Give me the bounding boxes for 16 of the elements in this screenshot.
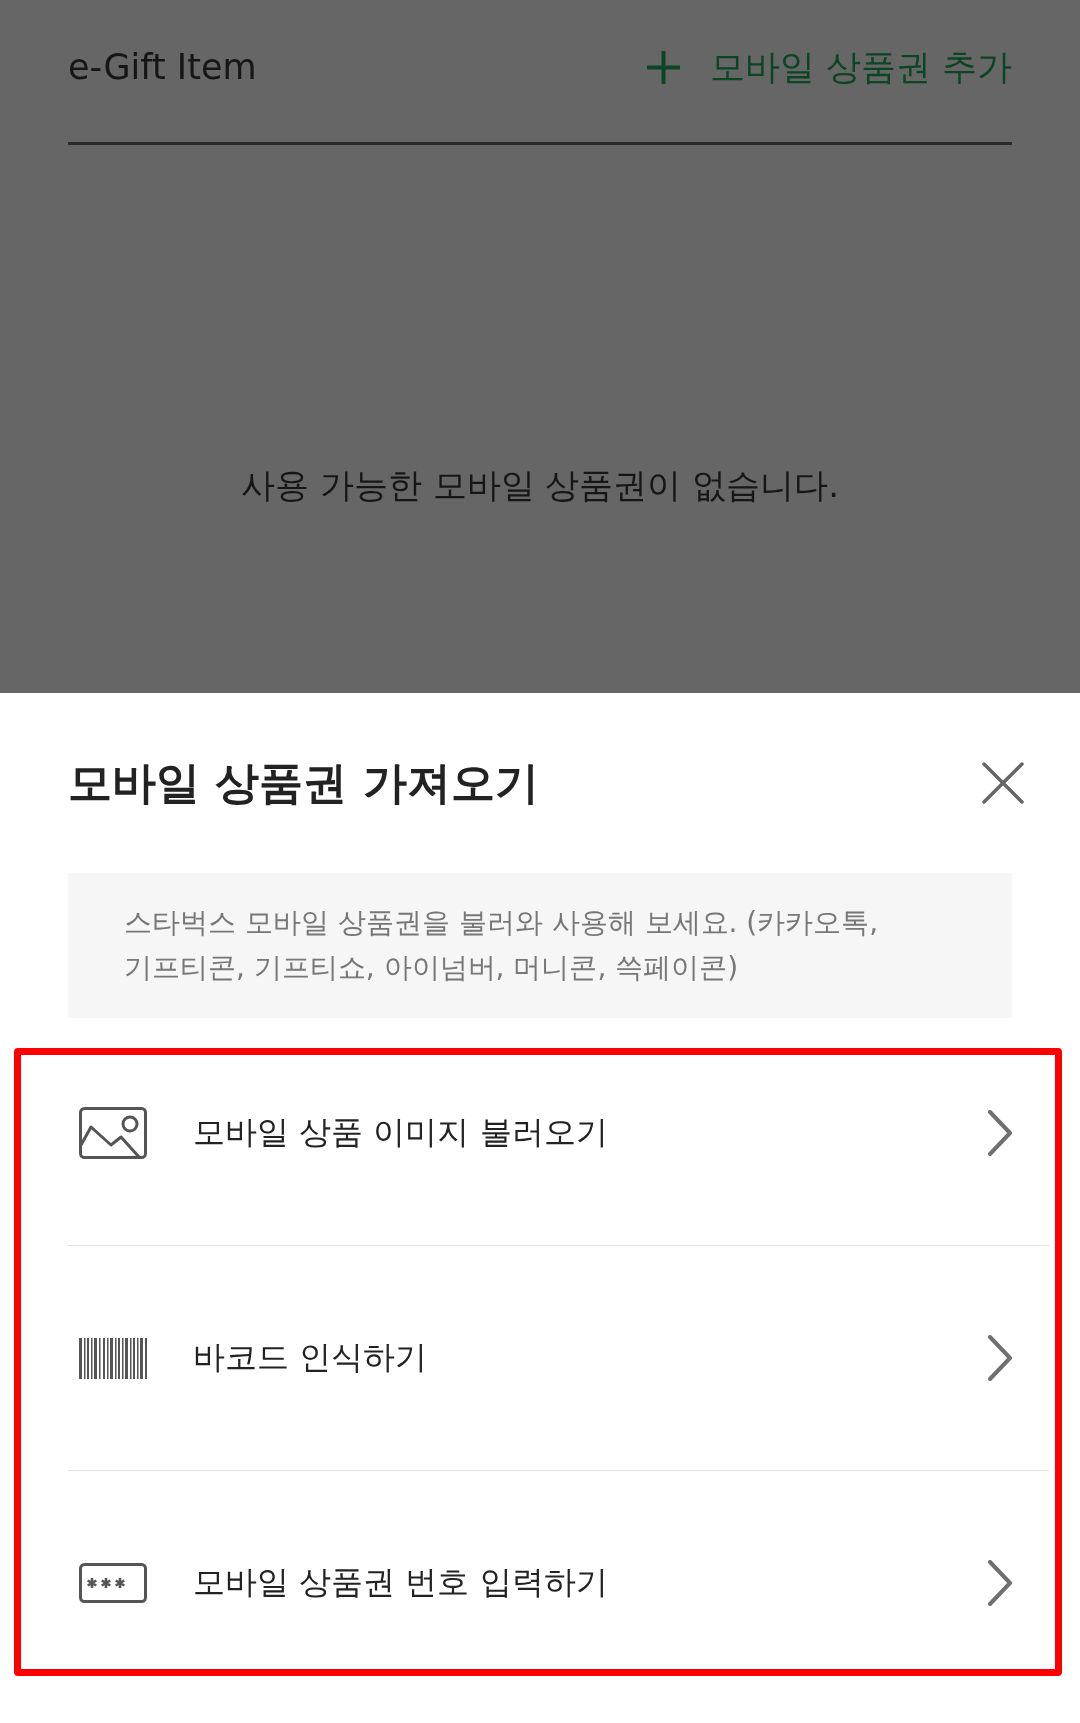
barcode-icon <box>79 1337 147 1379</box>
page-title: e-Gift Item <box>68 47 257 87</box>
plus-icon <box>646 50 680 84</box>
notice-text: 스타벅스 모바일 상품권을 불러와 사용해 보세요. (카카오톡, 기프티콘, 기프티쇼, 아이넘버, 머니콘, 쓱페이콘) <box>68 873 1012 1018</box>
option-row[interactable]: 모바일 상품권 번호 입력하기 <box>68 1470 1049 1695</box>
empty-message: 사용 가능한 모바일 상품권이 없습니다. <box>239 464 840 507</box>
sheet-title: 모바일 상품권 가져오기 <box>68 755 539 810</box>
option-row[interactable]: 모바일 상품 이미지 불러오기 <box>68 1020 1049 1245</box>
image-icon <box>79 1106 147 1159</box>
chevron-right-icon <box>988 1109 1012 1156</box>
chevron-right-icon <box>988 1560 1012 1606</box>
option-row[interactable]: 바코드 인식하기 <box>68 1245 1049 1470</box>
close-button[interactable] <box>982 762 1024 804</box>
close-icon <box>982 762 1024 804</box>
chevron-right-icon <box>988 1335 1012 1381</box>
password-field-icon <box>79 1563 147 1603</box>
